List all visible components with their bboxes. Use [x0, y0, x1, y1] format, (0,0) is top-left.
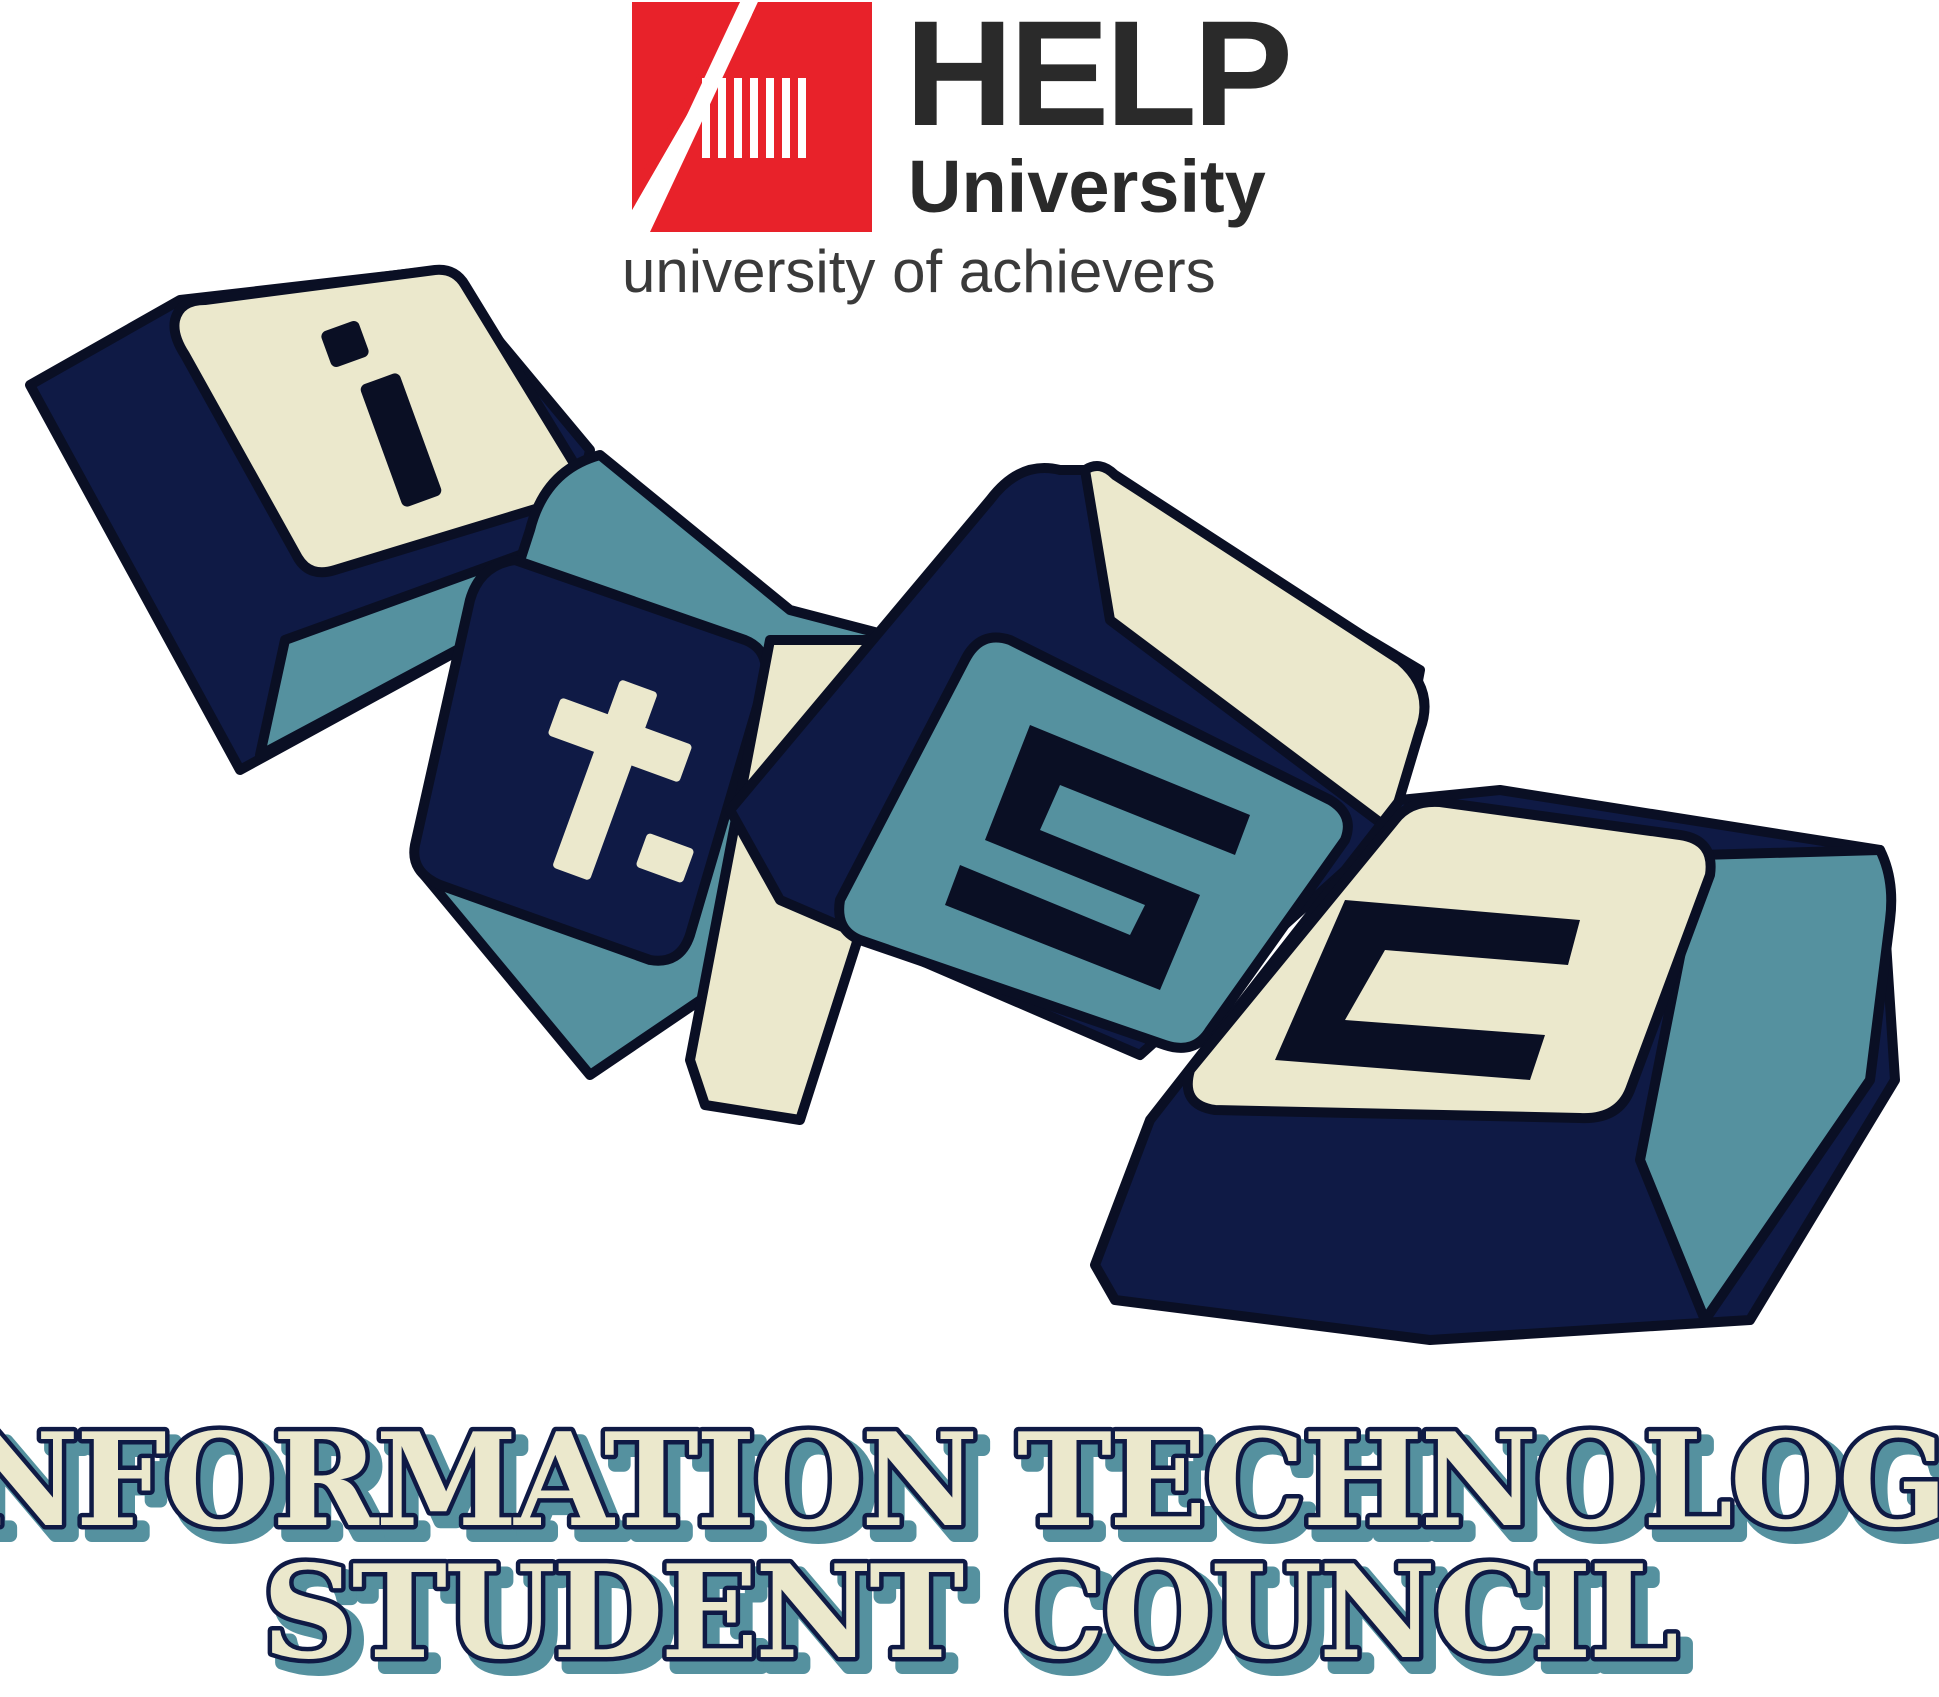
title-line-1: INFORMATION TECHNOLOGY	[0, 1406, 1939, 1556]
brand-name: HELP	[905, 0, 1289, 157]
keycaps-graphic	[25, 264, 1900, 1345]
tagline: university of achievers	[622, 238, 1216, 305]
help-mark-icon	[632, 2, 872, 232]
help-university-logo: HELP University university of achievers	[622, 0, 1293, 305]
itsc-logo: HELP University university of achievers	[0, 0, 1939, 1697]
council-title: INFORMATION TECHNOLOGY STUDENT COUNCIL I…	[0, 1402, 1939, 1697]
brand-subtitle: University	[908, 145, 1266, 228]
title-line-2: STUDENT COUNCIL	[262, 1538, 1676, 1688]
